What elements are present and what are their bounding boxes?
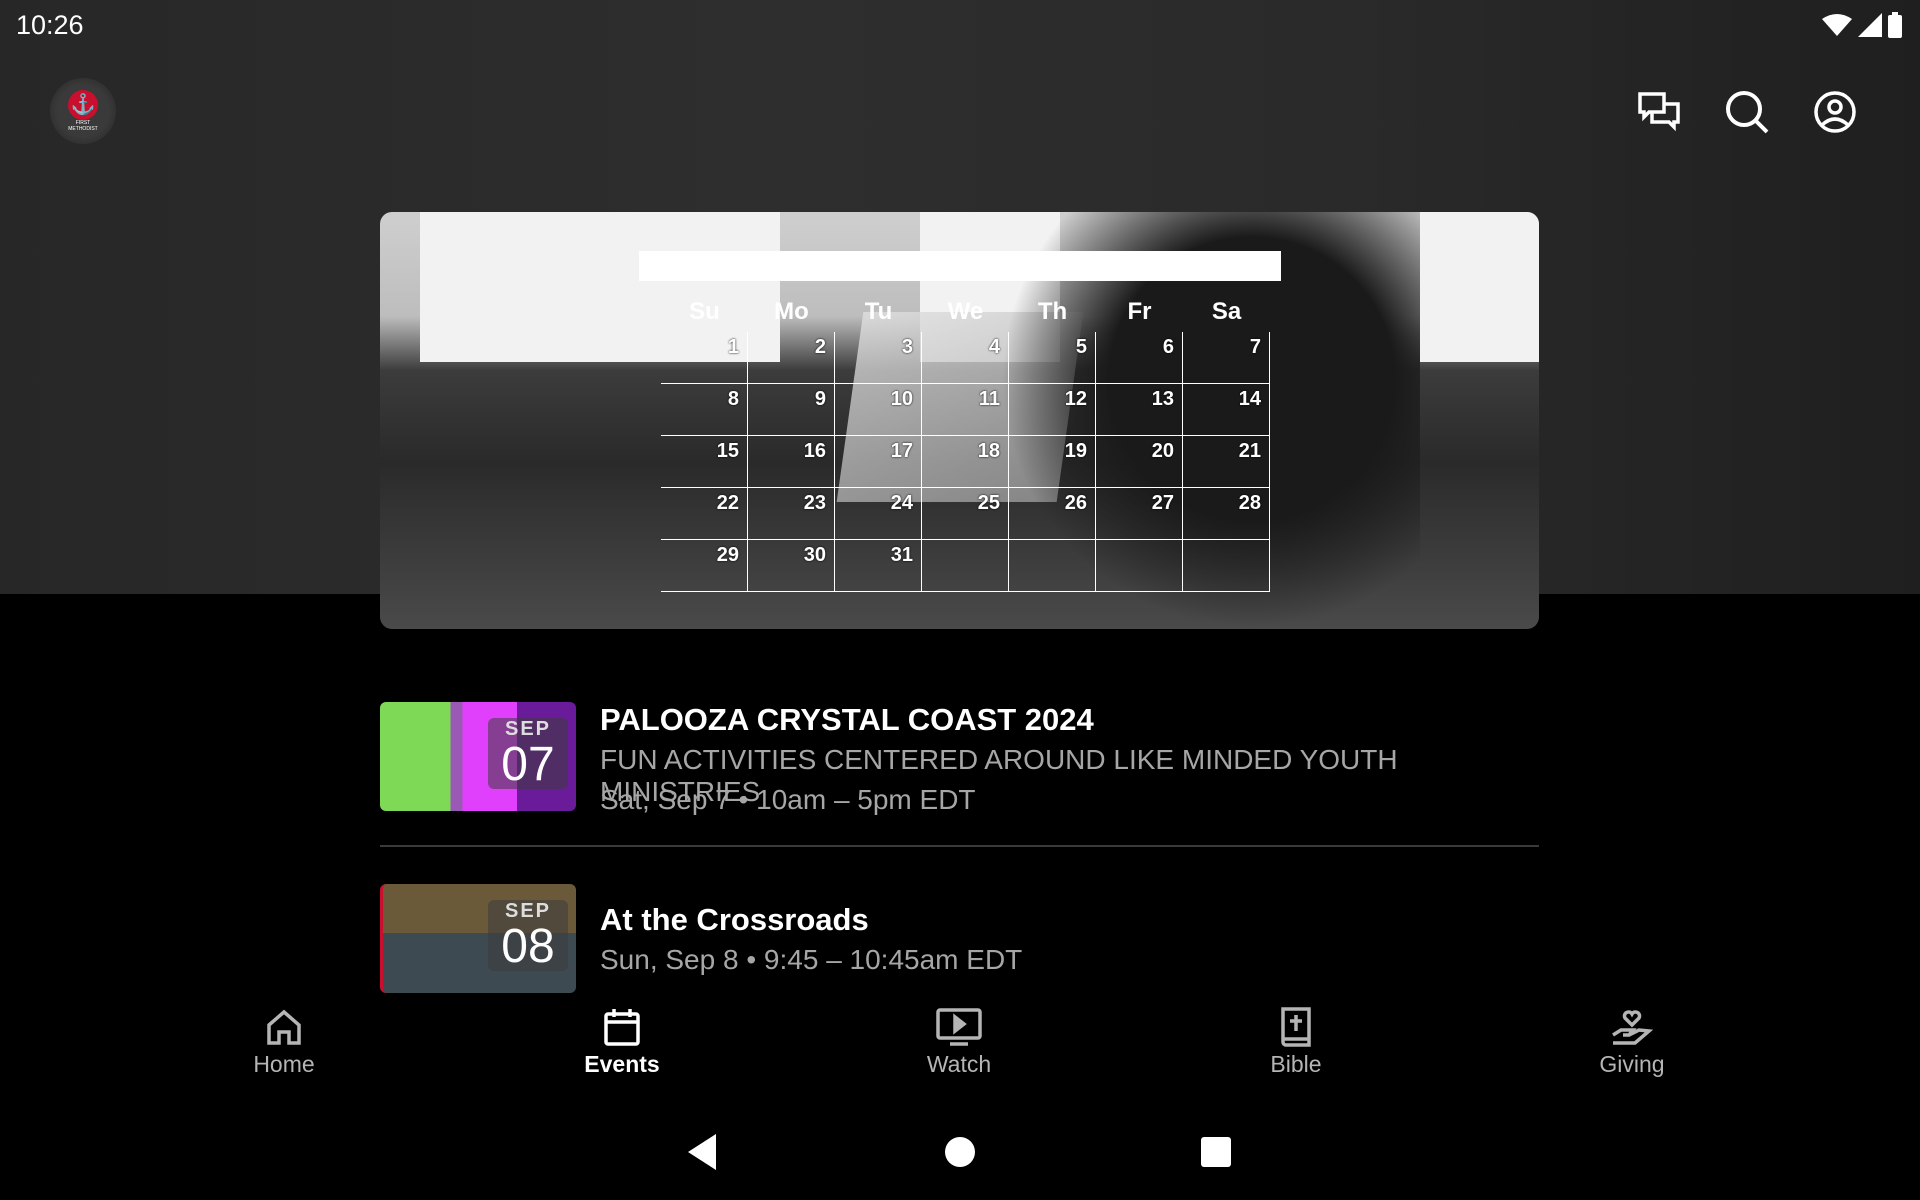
calendar-date: 14 xyxy=(1183,384,1270,436)
church-logo[interactable]: ⚓ FIRST METHODIST xyxy=(50,78,116,144)
calendar-date: 16 xyxy=(748,436,835,488)
bible-icon xyxy=(1281,1007,1311,1047)
calendar-date: 15 xyxy=(661,436,748,488)
calendar-week: 1234567 xyxy=(661,332,1270,384)
home-icon xyxy=(267,1009,301,1045)
calendar-date: 13 xyxy=(1096,384,1183,436)
calendar-date: 29 xyxy=(661,540,748,592)
calendar-date: 2 xyxy=(748,332,835,384)
calendar-day-header: Fr xyxy=(1127,298,1152,325)
battery-icon xyxy=(1888,12,1902,38)
tv-icon xyxy=(936,1008,982,1046)
calendar-date: 1 xyxy=(661,332,748,384)
event-title: At the Crossroads xyxy=(600,902,869,937)
calendar-day-header: We xyxy=(947,298,984,325)
calendar-date: 12 xyxy=(1009,384,1096,436)
calendar-day-header: Sa xyxy=(1211,298,1242,325)
events-banner: Su Mo Tu We Th Fr Sa 1 2 3 4 5 6 7 8 9 10 11 12 13 14 15 16 17… xyxy=(380,212,1539,629)
giving-icon xyxy=(1612,1010,1654,1045)
date-badge: SEP 07 xyxy=(488,718,568,789)
calendar-date: 8 xyxy=(661,384,748,436)
calendar-date: 22 xyxy=(661,488,748,540)
calendar-date: 9 xyxy=(748,384,835,436)
calendar-week: 15 16 17 18 19 20 21 xyxy=(661,436,1270,488)
search-icon[interactable] xyxy=(1725,90,1769,134)
status-time: 10:26 xyxy=(16,10,84,40)
anchor-icon: ⚓ xyxy=(68,90,98,120)
calendar-date: 20 xyxy=(1096,436,1183,488)
calendar-day-header: Tu xyxy=(864,298,893,325)
calendar-date: 30 xyxy=(748,540,835,592)
calendar-day-header: Th xyxy=(1037,298,1068,325)
nav-watch[interactable]: Watch xyxy=(859,1007,1059,1078)
nav-home[interactable]: Home xyxy=(184,1007,384,1078)
calendar-date: 27 xyxy=(1096,488,1183,540)
calendar-date xyxy=(1183,540,1270,592)
account-icon[interactable] xyxy=(1813,90,1857,134)
calendar-date xyxy=(1096,540,1183,592)
bottom-navigation: Home Events Watch Bible Giving xyxy=(0,995,1920,1110)
event-datetime: Sun, Sep 8 • 9:45 – 10:45am EDT xyxy=(600,944,1023,975)
calendar-week: 29 30 31 xyxy=(661,540,1270,592)
calendar-date: 19 xyxy=(1009,436,1096,488)
calendar-icon xyxy=(604,1009,640,1046)
nav-giving[interactable]: Giving xyxy=(1532,1007,1732,1078)
calendar-date: 7 xyxy=(1183,332,1270,384)
calendar-date: 23 xyxy=(748,488,835,540)
calendar-date: 21 xyxy=(1183,436,1270,488)
calendar-date: 28 xyxy=(1183,488,1270,540)
calendar-week: 8 9 10 11 12 13 14 xyxy=(661,384,1270,436)
list-divider xyxy=(380,845,1539,847)
calendar-graphic: Su Mo Tu We Th Fr Sa 1 2 3 4 5 6 7 8 9 10 11 12 13 14 15 16 17… xyxy=(661,292,1270,592)
calendar-day-header: Su xyxy=(689,298,720,325)
calendar-date: 5 xyxy=(1009,332,1096,384)
wifi-icon xyxy=(1822,14,1852,36)
calendar-date: 17 xyxy=(835,436,922,488)
chat-icon[interactable] xyxy=(1637,90,1681,134)
calendar-date: 4 xyxy=(922,332,1009,384)
calendar-week: 22 23 24 25 26 27 28 xyxy=(661,488,1270,540)
back-button[interactable] xyxy=(684,1130,724,1174)
calendar-date: 6 xyxy=(1096,332,1183,384)
calendar-date xyxy=(922,540,1009,592)
home-button[interactable] xyxy=(940,1130,980,1174)
calendar-date: 10 xyxy=(835,384,922,436)
event-datetime: Sat, Sep 7 • 10am – 5pm EDT xyxy=(600,784,976,815)
calendar-date: 26 xyxy=(1009,488,1096,540)
signal-icon xyxy=(1858,13,1882,37)
nav-events[interactable]: Events xyxy=(522,1007,722,1078)
calendar-title-bar xyxy=(639,251,1281,281)
event-thumbnail: SEP 08 xyxy=(380,884,576,993)
event-thumbnail: SEP 07 xyxy=(380,702,576,811)
calendar-date: 25 xyxy=(922,488,1009,540)
calendar-day-header: Mo xyxy=(774,298,809,325)
status-icons xyxy=(1822,12,1902,38)
calendar-date: 18 xyxy=(922,436,1009,488)
calendar-date: 11 xyxy=(922,384,1009,436)
nav-bible[interactable]: Bible xyxy=(1196,1007,1396,1078)
calendar-date: 3 xyxy=(835,332,922,384)
calendar-date: 24 xyxy=(835,488,922,540)
date-badge: SEP 08 xyxy=(488,900,568,971)
calendar-date xyxy=(1009,540,1096,592)
event-title: PALOOZA CRYSTAL COAST 2024 xyxy=(600,702,1094,737)
calendar-date: 31 xyxy=(835,540,922,592)
recents-button[interactable] xyxy=(1196,1130,1236,1174)
